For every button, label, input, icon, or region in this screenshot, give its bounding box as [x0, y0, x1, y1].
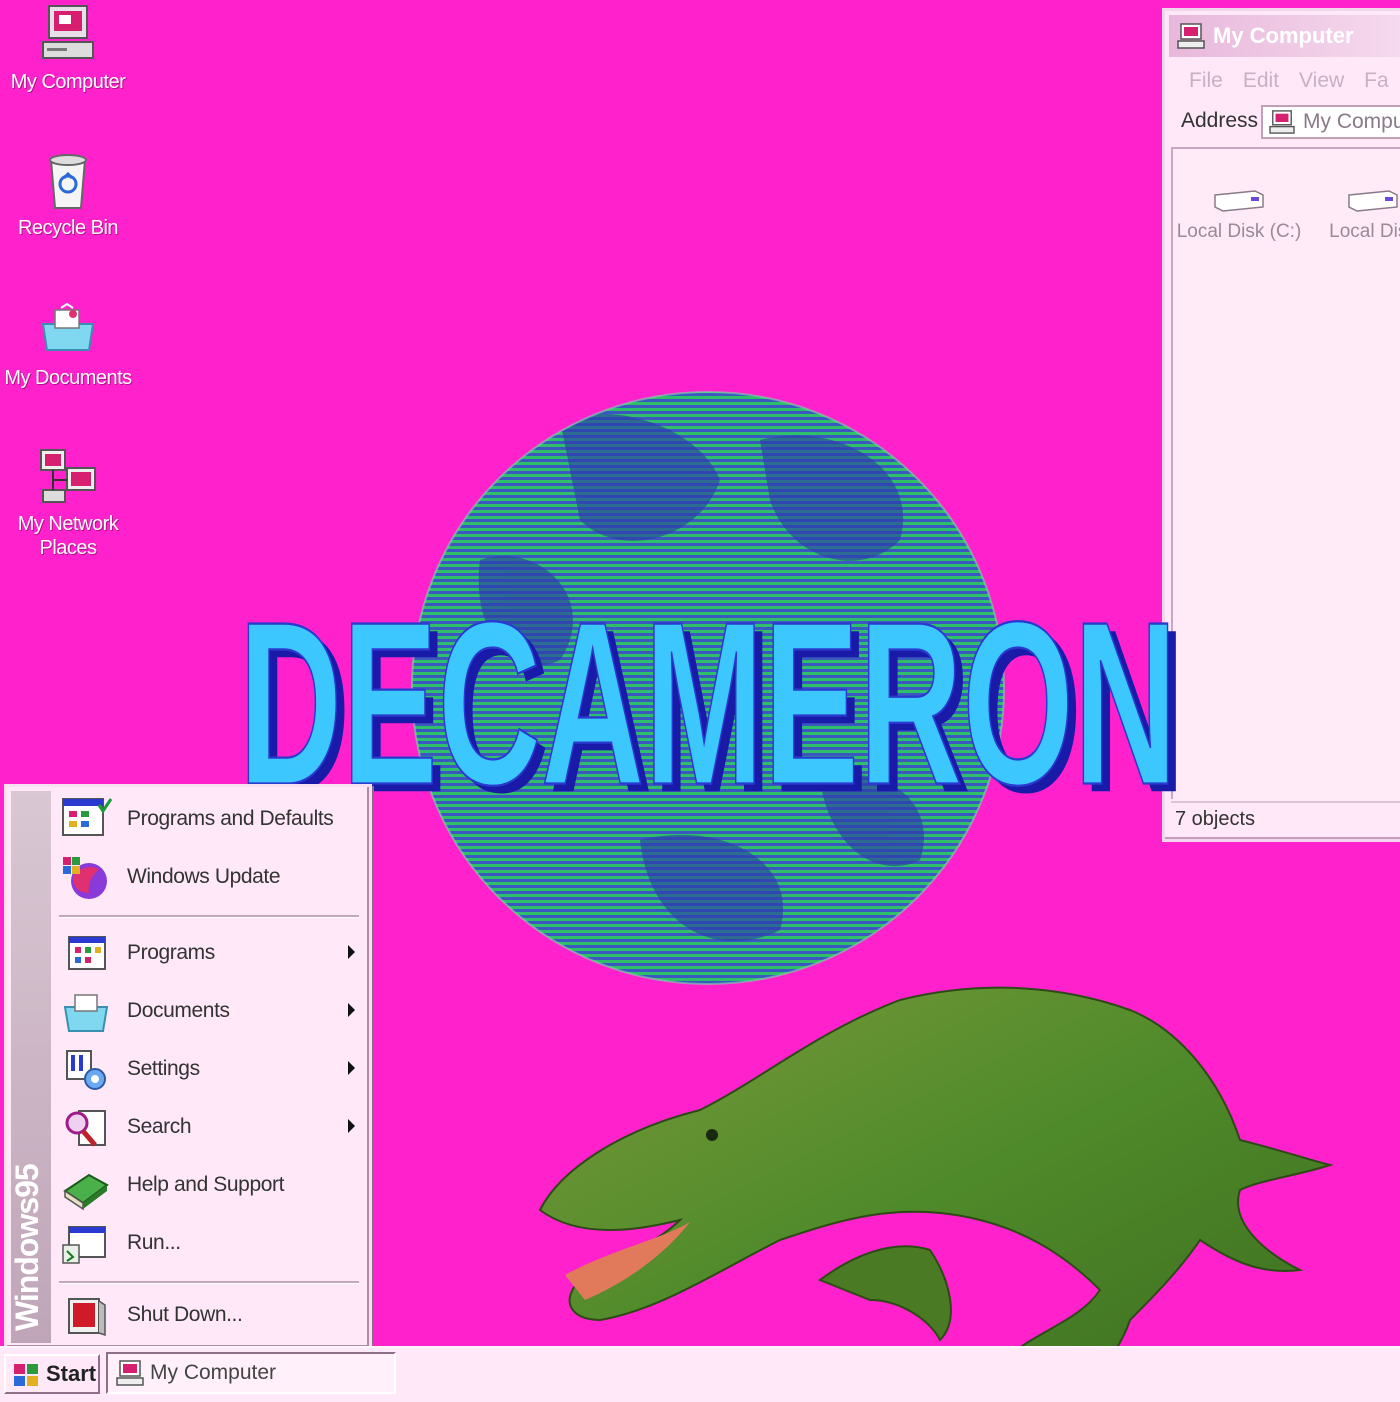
menu-item-help-and-support[interactable]: Help and Support	[55, 1159, 361, 1213]
menu-item-windows-update[interactable]: Windows Update	[55, 851, 361, 905]
menu-item-label: Windows Update	[127, 865, 281, 888]
menu-item-label: Help and Support	[127, 1173, 285, 1196]
banner-text: Windows95	[9, 1164, 45, 1331]
menu-item-label: Documents	[127, 999, 230, 1022]
settings-icon	[66, 1050, 106, 1090]
search-icon	[65, 1110, 106, 1147]
menu-item-search[interactable]: Search	[55, 1101, 361, 1155]
computer-icon	[116, 1360, 144, 1386]
menu-item-label: Search	[127, 1115, 192, 1138]
documents-folder-icon	[63, 994, 109, 1032]
menu-separator	[59, 915, 359, 918]
programs-defaults-icon	[62, 798, 113, 836]
taskbar: Start My Computer	[0, 1346, 1400, 1402]
submenu-arrow-icon	[348, 945, 355, 959]
menu-item-documents[interactable]: Documents	[55, 985, 361, 1039]
windows-update-icon	[63, 857, 107, 899]
menu-item-label: Shut Down...	[127, 1303, 243, 1326]
submenu-arrow-icon	[348, 1119, 355, 1133]
menu-item-label: Settings	[127, 1057, 200, 1080]
start-menu-banner: Windows95	[9, 791, 51, 1343]
run-icon	[62, 1226, 106, 1264]
menu-item-label: Programs	[127, 941, 215, 964]
menu-item-settings[interactable]: Settings	[55, 1043, 361, 1097]
menu-item-label: Run...	[127, 1231, 181, 1254]
help-book-icon	[63, 1173, 109, 1211]
start-button[interactable]: Start	[4, 1354, 100, 1394]
menu-separator	[59, 1281, 359, 1284]
programs-icon	[68, 936, 106, 970]
submenu-arrow-icon	[348, 1003, 355, 1017]
taskbar-button-label: My Computer	[150, 1361, 277, 1384]
menu-item-shut-down[interactable]: Shut Down...	[55, 1289, 361, 1343]
menu-item-label: Programs and Defaults	[127, 807, 334, 830]
windows-logo-icon	[14, 1364, 38, 1386]
menu-item-run[interactable]: Run...	[55, 1217, 361, 1271]
menu-item-programs-and-defaults[interactable]: Programs and Defaults	[55, 793, 361, 847]
start-label: Start	[46, 1361, 97, 1386]
submenu-arrow-icon	[348, 1061, 355, 1075]
start-menu: Windows95 Programs and Defaults Windows …	[4, 784, 372, 1350]
taskbar-button-my-computer[interactable]: My Computer	[106, 1352, 396, 1394]
shut-down-icon	[68, 1298, 106, 1337]
menu-item-programs[interactable]: Programs	[55, 927, 361, 981]
